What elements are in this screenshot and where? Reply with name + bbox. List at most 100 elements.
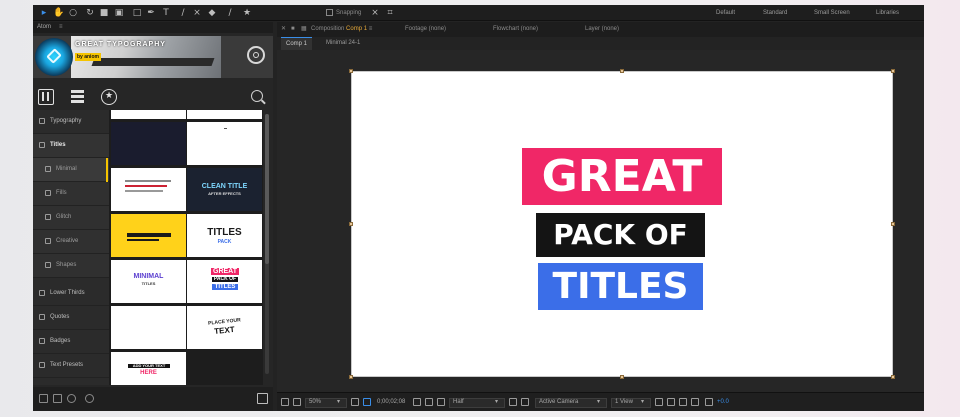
- fast-previews-icon[interactable]: [667, 398, 675, 406]
- timeline-icon[interactable]: [679, 398, 687, 406]
- preset-thumbnail-add-your-text[interactable]: ADD YOUR TEXT HERE: [111, 352, 186, 385]
- preset-thumbnail[interactable]: [111, 306, 186, 349]
- brush-tool-icon[interactable]: ∕: [178, 8, 188, 18]
- info-icon[interactable]: [67, 394, 76, 403]
- viewer-panel-tabs: ✕ ■ ▦ Composition Comp 1 ≡ Footage (none…: [277, 22, 924, 37]
- monitor-icon[interactable]: [293, 398, 301, 406]
- workspace-libraries[interactable]: Libraries: [876, 8, 899, 18]
- transform-handle[interactable]: [891, 375, 895, 379]
- zoom-tool-icon[interactable]: ○: [68, 8, 78, 18]
- toggle-pixel-aspect-icon[interactable]: [655, 398, 663, 406]
- layout-single-icon[interactable]: [39, 394, 48, 403]
- preset-thumbnail[interactable]: [187, 110, 262, 119]
- folder-icon: [45, 238, 51, 244]
- transform-handle[interactable]: [349, 222, 353, 226]
- exposure-value[interactable]: +0.0: [717, 398, 729, 407]
- subcategory-creative[interactable]: Creative: [33, 230, 109, 254]
- preset-thumbnail-minimal-titles[interactable]: MINIMAL TITLES: [111, 260, 186, 303]
- subcategory-shapes[interactable]: Shapes: [33, 254, 109, 278]
- preferences-icon[interactable]: [85, 394, 94, 403]
- transform-handle[interactable]: [620, 375, 624, 379]
- flowchart-icon[interactable]: [691, 398, 699, 406]
- scrollbar-thumb[interactable]: [265, 114, 269, 264]
- rectangle-tool-icon[interactable]: □: [132, 8, 142, 18]
- atom-badge-icon[interactable]: [257, 393, 268, 404]
- viewer-controls-bar: 50% ▾ 0;00;02;08 Half ▾ Active Camera ▾ …: [277, 392, 924, 411]
- snap-toggle-icon[interactable]: ⌗: [385, 8, 395, 18]
- panel-close-icon[interactable]: ✕: [281, 25, 286, 34]
- current-time[interactable]: 0;00;02;08: [377, 398, 405, 407]
- transform-handle[interactable]: [891, 69, 895, 73]
- workspace-standard[interactable]: Standard: [763, 8, 787, 18]
- category-lower-thirds[interactable]: Lower Thirds: [33, 282, 109, 306]
- tab-composition[interactable]: Composition Comp 1 ≡: [311, 25, 372, 34]
- safe-margins-icon[interactable]: [351, 398, 359, 406]
- subcategory-fills[interactable]: Fills: [33, 182, 109, 206]
- puppet-tool-icon[interactable]: ★: [242, 8, 252, 18]
- comp-tab-comp-1[interactable]: Comp 1: [281, 37, 313, 50]
- workspace-default[interactable]: Default: [716, 8, 735, 18]
- region-of-interest-icon[interactable]: [509, 398, 517, 406]
- pen-tool-icon[interactable]: ✒: [146, 8, 156, 18]
- subcategory-glitch[interactable]: Glitch: [33, 206, 109, 230]
- title-line-great[interactable]: GREAT: [522, 148, 722, 205]
- selection-tool-icon[interactable]: ▸: [39, 8, 49, 18]
- preset-thumbnail[interactable]: [111, 122, 186, 165]
- tab-footage[interactable]: Footage (none): [405, 25, 446, 34]
- preset-thumbnail-titles-pack[interactable]: TITLES PACK: [187, 214, 262, 257]
- subcategory-minimal[interactable]: Minimal: [33, 158, 109, 182]
- category-quotes[interactable]: Quotes: [33, 306, 109, 330]
- show-snapshot-icon[interactable]: [425, 398, 433, 406]
- preset-thumbnail[interactable]: [111, 168, 186, 211]
- settings-gear-icon[interactable]: [247, 46, 265, 64]
- eraser-tool-icon[interactable]: ◆: [207, 8, 217, 18]
- transform-handle[interactable]: [349, 375, 353, 379]
- transform-handle[interactable]: [891, 222, 895, 226]
- composition-viewer[interactable]: GREAT PACK OF TITLES: [277, 50, 924, 392]
- pan-behind-tool-icon[interactable]: ▣: [114, 8, 124, 18]
- list-icon[interactable]: [70, 89, 86, 105]
- preset-thumbnail[interactable]: [111, 214, 186, 257]
- preset-thumbnail-great-pack[interactable]: GREAT PACK OF TITLES: [187, 260, 262, 303]
- preset-thumbnail-clean-title[interactable]: CLEAN TITLE AFTER EFFECTS: [187, 168, 262, 211]
- transform-handle[interactable]: [349, 69, 353, 73]
- thumbnail-scrollbar[interactable]: [265, 114, 269, 374]
- tab-layer[interactable]: Layer (none): [585, 25, 619, 34]
- layout-grid-icon[interactable]: [53, 394, 62, 403]
- lock-icon[interactable]: ■: [291, 25, 295, 34]
- rotate-tool-icon[interactable]: ↻: [85, 8, 95, 18]
- category-text-presets[interactable]: Text Presets: [33, 354, 109, 378]
- title-line-pack-of[interactable]: PACK OF: [536, 213, 705, 257]
- sliders-icon[interactable]: [38, 89, 54, 105]
- preset-thumbnail-place-your-text[interactable]: PLACE YOUR TEXT: [187, 306, 262, 349]
- category-badges[interactable]: Badges: [33, 330, 109, 354]
- search-icon[interactable]: [251, 90, 263, 102]
- mask-visibility-icon[interactable]: [363, 398, 371, 406]
- workspace-small-screen[interactable]: Small Screen: [814, 8, 850, 18]
- type-tool-icon[interactable]: T: [161, 8, 171, 18]
- tab-flowchart[interactable]: Flowchart (none): [493, 25, 538, 34]
- snapshot-camera-icon[interactable]: [413, 398, 421, 406]
- preset-thumbnail[interactable]: [187, 122, 262, 165]
- thumbnail-line-3: TITLES: [212, 284, 238, 290]
- category-titles[interactable]: Titles: [33, 134, 109, 158]
- composition-canvas[interactable]: GREAT PACK OF TITLES: [349, 69, 895, 379]
- preset-thumbnail[interactable]: [111, 110, 186, 119]
- category-typography[interactable]: Typography: [33, 110, 109, 134]
- color-channel-icon[interactable]: [437, 398, 445, 406]
- comp-tab-minimal[interactable]: Minimal 24-1: [321, 37, 365, 50]
- roto-brush-tool-icon[interactable]: ∕: [225, 8, 235, 18]
- snapping-checkbox[interactable]: [326, 9, 333, 16]
- camera-tool-icon[interactable]: ■: [99, 8, 109, 18]
- transform-handle[interactable]: [620, 69, 624, 73]
- transparency-grid-icon[interactable]: [521, 398, 529, 406]
- chevron-down-icon: ▾: [641, 399, 645, 405]
- clone-stamp-tool-icon[interactable]: ⨯: [192, 8, 202, 18]
- title-line-titles[interactable]: TITLES: [538, 263, 703, 310]
- reset-exposure-icon[interactable]: [705, 398, 713, 406]
- snap-options-icon[interactable]: ⨯: [370, 8, 380, 18]
- panel-menu-icon[interactable]: ≡: [59, 23, 63, 32]
- favorites-star-icon[interactable]: ★: [101, 89, 117, 105]
- hand-tool-icon[interactable]: ✋: [53, 8, 64, 18]
- always-preview-icon[interactable]: [281, 398, 289, 406]
